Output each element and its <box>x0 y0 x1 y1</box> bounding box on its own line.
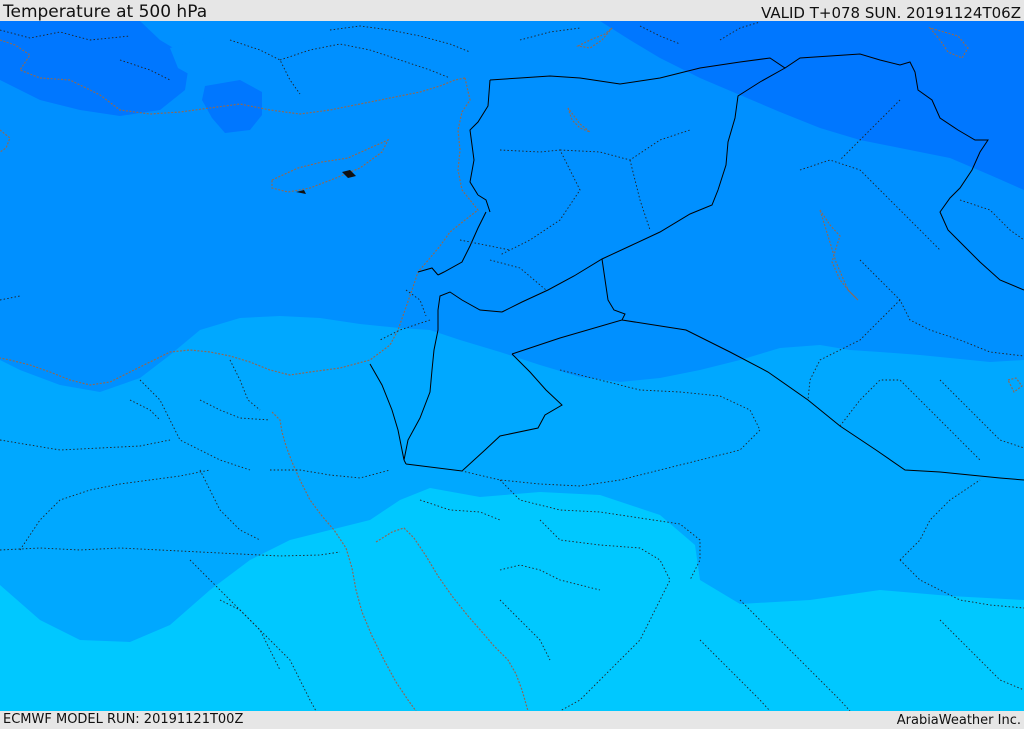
map-page: Temperature at 500 hPa VALID T+078 SUN. … <box>0 0 1024 729</box>
map-canvas <box>0 21 1024 711</box>
header-bar: Temperature at 500 hPa VALID T+078 SUN. … <box>0 0 1024 21</box>
footer-bar: ECMWF MODEL RUN: 20191121T00Z ArabiaWeat… <box>0 711 1024 729</box>
temperature-map[interactable] <box>0 21 1024 711</box>
model-run-label: ECMWF MODEL RUN: 20191121T00Z <box>3 712 244 727</box>
map-title: Temperature at 500 hPa <box>3 2 208 22</box>
credit-label: ArabiaWeather Inc. <box>896 713 1021 728</box>
valid-time-label: VALID T+078 SUN. 20191124T06Z <box>761 4 1021 22</box>
